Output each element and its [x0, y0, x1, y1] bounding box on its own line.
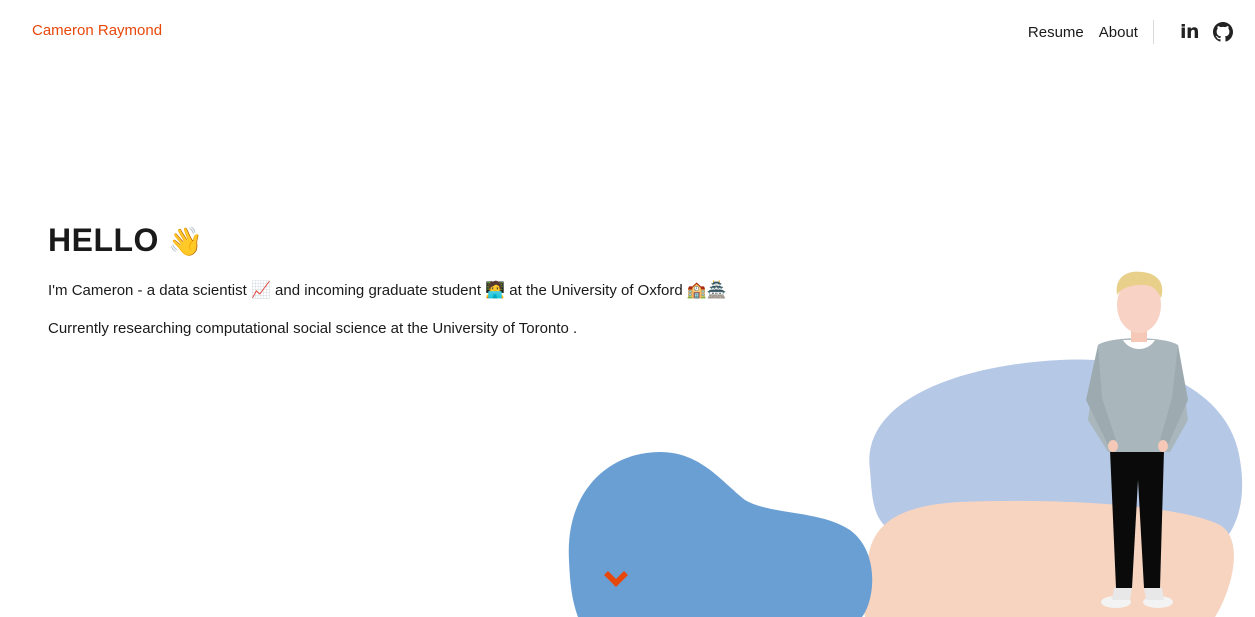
hero-illustration [568, 271, 1243, 617]
peach-blob [863, 500, 1234, 617]
blue-blob [568, 452, 873, 617]
